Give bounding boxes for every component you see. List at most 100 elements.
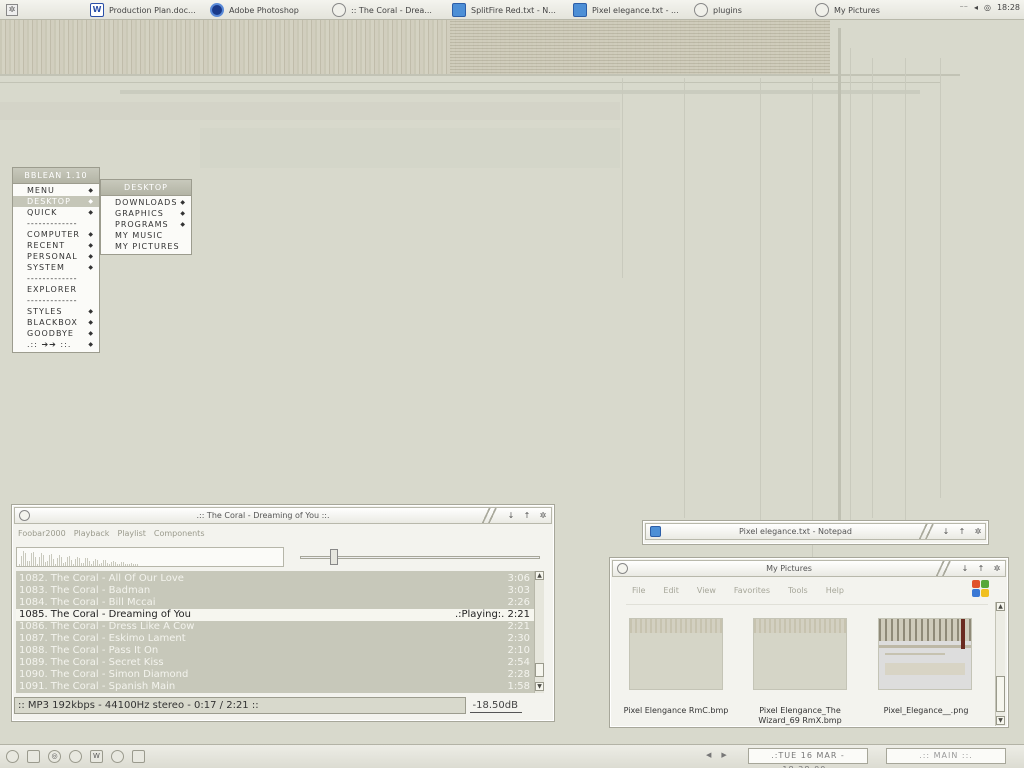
close-button[interactable]: ✲	[972, 526, 984, 537]
playlist-row[interactable]: 1086. The Coral - Dress Like A Cow 2:21	[16, 621, 534, 633]
menu-item[interactable]: GOODBYE ◆	[13, 328, 99, 339]
file-name[interactable]: Pixel Elengance_The Wizard_69 RmX.bmp	[738, 706, 862, 726]
shade-button[interactable]: ↓	[940, 526, 952, 537]
menu-item[interactable]: QUICK ◆	[13, 207, 99, 218]
maximize-button[interactable]: ↑	[521, 510, 533, 521]
menu-item-label: MENU	[27, 186, 55, 195]
menu-item[interactable]: MY PICTURES	[101, 241, 191, 252]
shade-button[interactable]: ↓	[959, 563, 971, 574]
menu-item[interactable]: EXPLORER	[13, 284, 99, 295]
photoshop-icon[interactable]	[69, 750, 82, 763]
scroll-thumb[interactable]	[535, 663, 544, 677]
menu-foobar2000[interactable]: Foobar2000	[18, 529, 66, 538]
scroll-up-icon[interactable]: ▲	[535, 571, 544, 580]
task-pixel-elegance-notepad[interactable]: Pixel elegance.txt - ...	[573, 2, 679, 18]
menu-item[interactable]: -------------	[13, 295, 99, 306]
playlist-row[interactable]: 1089. The Coral - Secret Kiss 2:54	[16, 657, 534, 669]
scroll-thumb[interactable]	[996, 676, 1005, 712]
menu-favorites[interactable]: Favorites	[734, 586, 770, 595]
shade-button[interactable]: ↓	[505, 510, 517, 521]
menu-item[interactable]: PERSONAL ◆	[13, 251, 99, 262]
volume-db-readout[interactable]: -18.50dB	[470, 699, 522, 713]
tray: ⁻⁻ ◂ ◎ 18:28	[959, 3, 1020, 12]
document-icon[interactable]	[27, 750, 40, 763]
menu-item[interactable]: COMPUTER ◆	[13, 229, 99, 240]
task-plugins[interactable]: plugins	[694, 2, 742, 18]
power-icon[interactable]	[111, 750, 124, 763]
menu-item[interactable]: RECENT ◆	[13, 240, 99, 251]
scroll-down-icon[interactable]: ▼	[535, 682, 544, 691]
file-name[interactable]: Pixel Elengance RmC.bmp	[614, 706, 738, 716]
menu-view[interactable]: View	[697, 586, 716, 595]
explorer-titlebar[interactable]: My Pictures ↓ ↑ ✲	[612, 560, 1006, 577]
file-thumbnail[interactable]	[629, 618, 723, 690]
menu-item[interactable]: PROGRAMS ◆	[101, 219, 191, 230]
maximize-button[interactable]: ↑	[956, 526, 968, 537]
menu-tools[interactable]: Tools	[788, 586, 808, 595]
seek-slider-handle[interactable]	[330, 549, 338, 565]
playlist-row[interactable]: 1087. The Coral - Eskimo Lament 2:30	[16, 633, 534, 645]
playlist-row[interactable]: 1088. The Coral - Pass It On 2:10	[16, 645, 534, 657]
minimize-all-icon[interactable]: ⁻⁻	[959, 3, 967, 12]
menu-playlist[interactable]: Playlist	[117, 529, 145, 538]
menu-item[interactable]: DOWNLOADS ◆	[101, 197, 191, 208]
playlist: 1082. The Coral - All Of Our Love 3:06 108…	[16, 571, 544, 693]
scroll-up-icon[interactable]: ▲	[996, 602, 1005, 611]
playlist-row[interactable]: 1084. The Coral - Bill Mccai 2:26	[16, 597, 534, 609]
menu-item[interactable]: -------------	[13, 218, 99, 229]
next-arrow-icon[interactable]: ▶	[721, 751, 726, 759]
playlist-row[interactable]: 1083. The Coral - Badman 3:03	[16, 585, 534, 597]
menu-item[interactable]: STYLES ◆	[13, 306, 99, 317]
wallpaper-texture-band	[450, 18, 830, 76]
bottom-toolbar: ◎ W ◀ ▶ .:TUE 16 MAR - 18:28:00:. .:: MA…	[0, 744, 1024, 768]
playlist-scrollbar[interactable]: ▲ ▼	[534, 571, 544, 693]
explorer-scrollbar[interactable]: ▲ ▼	[995, 602, 1005, 726]
back-arrow-icon[interactable]: ◂	[974, 3, 978, 12]
menu-item[interactable]: DESKTOP ◆	[13, 196, 99, 207]
word-icon[interactable]: W	[90, 750, 103, 763]
menu-item[interactable]: .:: ➔➔ ::. ◆	[13, 339, 99, 350]
file-thumbnail[interactable]	[878, 618, 972, 690]
my-pictures-window: My Pictures ↓ ↑ ✲ File Edit View Favorit…	[609, 557, 1009, 728]
wallpaper-line	[872, 58, 873, 518]
menu-item[interactable]: BLACKBOX ◆	[13, 317, 99, 328]
file-name[interactable]: Pixel_Elegance__.png	[864, 706, 988, 716]
track-title: 1085. The Coral - Dreaming of You	[19, 609, 191, 620]
photoshop-icon	[210, 3, 224, 17]
playlist-row-playing[interactable]: 1085. The Coral - Dreaming of You .:Playi…	[16, 609, 534, 621]
foobar-titlebar[interactable]: .:: The Coral - Dreaming of You ::. ↓ ↑ …	[14, 507, 552, 524]
notepad-icon[interactable]	[132, 750, 145, 763]
scroll-down-icon[interactable]: ▼	[996, 716, 1005, 725]
playlist-row[interactable]: 1090. The Coral - Simon Diamond 2:28	[16, 669, 534, 681]
maximize-button[interactable]: ↑	[975, 563, 987, 574]
menu-file[interactable]: File	[632, 586, 645, 595]
menu-item[interactable]: MY MUSIC	[101, 230, 191, 241]
playlist-row[interactable]: 1091. The Coral - Spanish Main 1:58	[16, 681, 534, 693]
close-button[interactable]: ✲	[537, 510, 549, 521]
task-foobar[interactable]: :: The Coral - Drea...	[332, 2, 432, 18]
menu-help[interactable]: Help	[826, 586, 844, 595]
file-thumbnail[interactable]	[753, 618, 847, 690]
menu-item[interactable]: GRAPHICS ◆	[101, 208, 191, 219]
close-button[interactable]: ✲	[991, 563, 1003, 574]
task-production-plan[interactable]: W Production Plan.doc...	[90, 2, 196, 18]
playlist-row[interactable]: 1082. The Coral - All Of Our Love 3:06	[16, 573, 534, 585]
task-photoshop[interactable]: Adobe Photoshop	[210, 2, 299, 18]
foobar-tray-icon[interactable]: ◎	[984, 3, 991, 12]
notepad-titlebar[interactable]: Pixel elegance.txt - Notepad ↓ ↑ ✲	[645, 523, 986, 540]
task-my-pictures[interactable]: My Pictures	[815, 2, 880, 18]
menu-item[interactable]: -------------	[13, 273, 99, 284]
menu-item-label: MY MUSIC	[115, 231, 164, 240]
circle-icon[interactable]	[6, 750, 19, 763]
menu-edit[interactable]: Edit	[663, 586, 679, 595]
menu-components[interactable]: Components	[154, 529, 205, 538]
workspace-label[interactable]: .:: MAIN ::.	[886, 748, 1006, 764]
wallpaper-line	[684, 78, 685, 518]
start-menu-icon[interactable]: ✲	[6, 4, 18, 16]
task-splitfire-notepad[interactable]: SplitFire Red.txt - N...	[452, 2, 556, 18]
menu-item[interactable]: SYSTEM ◆	[13, 262, 99, 273]
prev-arrow-icon[interactable]: ◀	[706, 751, 711, 759]
target-icon[interactable]: ◎	[48, 750, 61, 763]
menu-playback[interactable]: Playback	[74, 529, 110, 538]
menu-item[interactable]: MENU ◆	[13, 185, 99, 196]
